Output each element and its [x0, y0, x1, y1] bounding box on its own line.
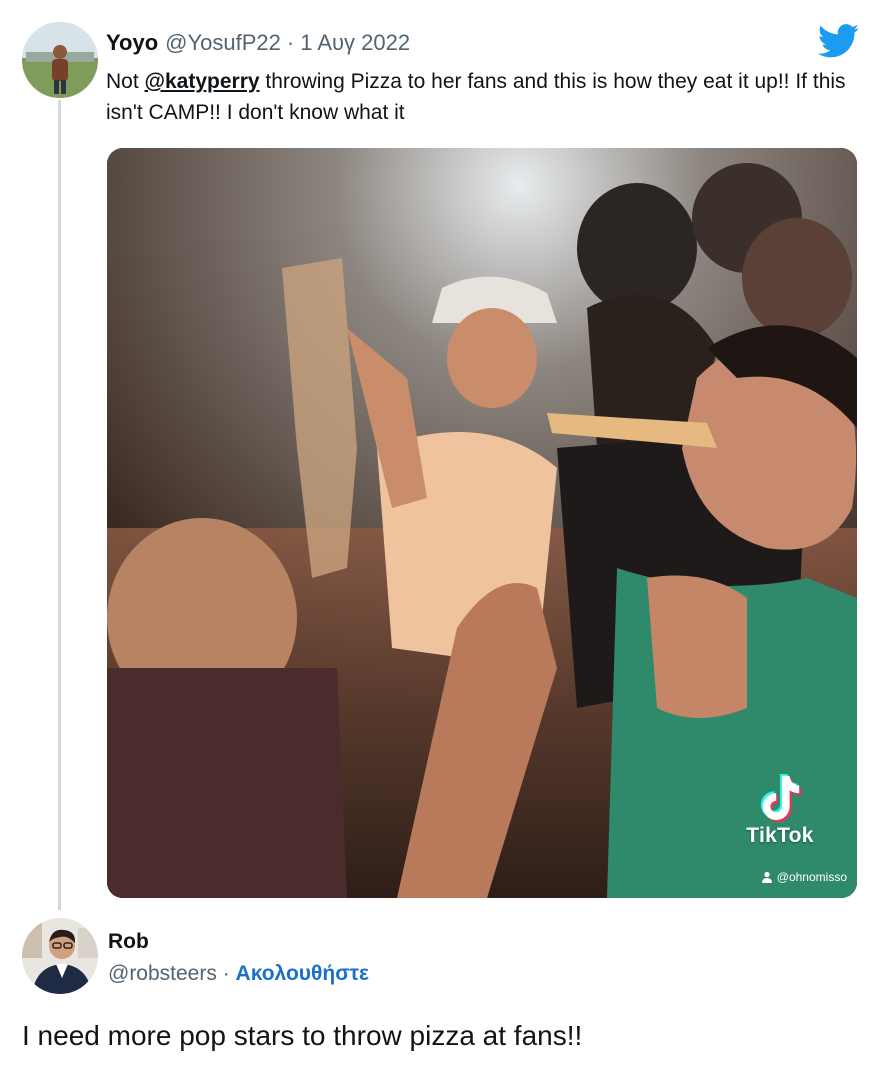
quoted-author-avatar[interactable]	[22, 22, 98, 98]
quoted-tweet-text: Not @katyperry throwing Pizza to her fan…	[106, 66, 866, 128]
tweet-embed: Yoyo @YosufP22 · 1 Αυγ 2022 Not @katyper…	[0, 0, 880, 1068]
tiktok-watermark: TikTok	[725, 772, 835, 848]
tweet-text-prefix: Not	[106, 70, 145, 93]
quoted-author-handle[interactable]: @YosufP22	[165, 30, 281, 56]
header-separator: ·	[286, 30, 295, 55]
quoted-author-name[interactable]: Yoyo	[106, 30, 158, 56]
reply-author-avatar[interactable]	[22, 918, 98, 994]
user-icon	[761, 871, 772, 883]
reply-tweet-text: I need more pop stars to throw pizza at …	[22, 1020, 583, 1051]
thread-connector-line	[58, 100, 61, 910]
tiktok-note-icon	[760, 774, 802, 822]
reply-meta-separator: ·	[222, 962, 230, 985]
quoted-tweet-header: Yoyo @YosufP22 · 1 Αυγ 2022	[106, 30, 410, 58]
reply-author-meta: @robsteers · Ακολουθήστε	[108, 962, 369, 986]
reply-author-name[interactable]: Rob	[108, 930, 149, 954]
reply-author-handle[interactable]: @robsteers	[108, 962, 217, 985]
tiktok-creator-handle: @ohnomisso	[761, 870, 847, 884]
tiktok-handle-text: @ohnomisso	[776, 870, 847, 884]
tiktok-brand-label: TikTok	[746, 824, 814, 847]
mention-link[interactable]: @katyperry	[145, 70, 260, 93]
follow-button[interactable]: Ακολουθήστε	[236, 962, 369, 985]
tweet-video-media[interactable]: TikTok @ohnomisso	[107, 148, 857, 898]
twitter-bird-icon[interactable]	[817, 24, 860, 58]
quoted-tweet-date[interactable]: 1 Αυγ 2022	[300, 30, 410, 56]
